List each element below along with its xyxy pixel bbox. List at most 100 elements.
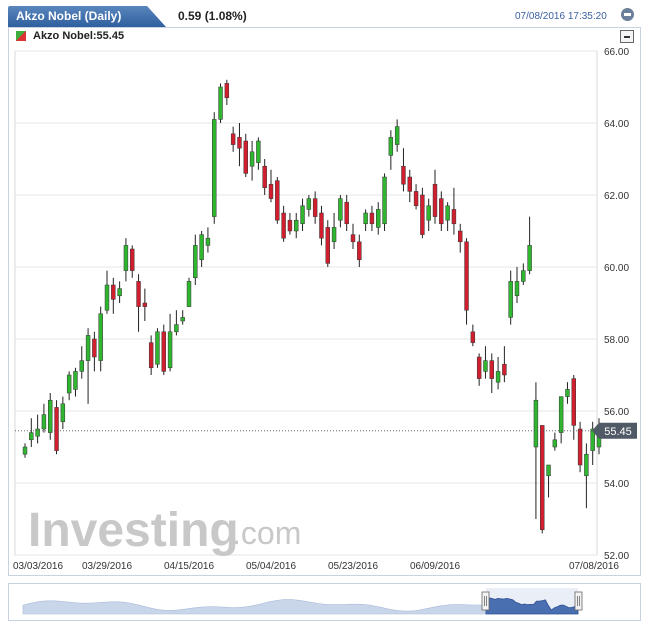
candle-down [571,378,576,426]
candle-down [136,281,141,307]
x-tick-label: 04/15/2016 [164,561,214,572]
candle-down [281,212,286,239]
candle-down [357,241,362,261]
x-tick-label: 05/04/2016 [246,561,296,572]
candle-down [230,133,236,145]
candle-up [445,205,450,221]
candle-up [388,137,394,156]
range-navigator[interactable] [8,583,641,621]
candle-up [180,317,185,322]
candle-down [161,331,166,372]
candle-up [376,209,381,228]
candle-up [41,414,47,430]
candle-up [508,281,513,318]
candle-up [394,126,400,145]
y-axis: 52.0054.0056.0058.0060.0062.0064.0066.00 [604,47,629,562]
candle-down [111,284,116,300]
candle-up [546,464,551,477]
x-tick-label: 03/03/2016 [13,561,63,572]
candle-up [584,453,589,477]
candle-up [521,270,526,282]
candle-up [495,371,501,383]
candle-down [237,137,242,149]
candle-down [350,234,356,243]
candle-up [483,360,488,372]
candle-up [565,389,570,397]
candle-down [439,198,444,225]
candle-up [363,212,368,225]
candle-down [54,407,59,451]
candle-up [60,403,66,423]
x-tick-label: 07/08/2016 [569,561,619,572]
candle-up [73,371,78,390]
candle-up [98,313,103,361]
candle-down [262,165,267,189]
candle-down [432,183,438,217]
candle-up [300,205,305,225]
candle-up [306,198,312,210]
candle-down [287,219,293,232]
last-price-label: 55.45 [604,426,632,438]
x-tick-label: 06/09/2016 [410,561,460,572]
candle-down [413,191,419,207]
x-axis: 03/03/2016 03/29/2016 04/15/2016 05/04/2016… [13,561,619,572]
candle-up [249,151,255,167]
candle-down [312,198,318,217]
navigator-handle [574,591,583,611]
candle-up [382,176,387,225]
candle-up [331,227,337,243]
candle-down [148,342,154,369]
candle-down [319,212,324,239]
y-tick-label: 56.00 [604,407,629,418]
candle-up [123,245,129,271]
candle-up [85,335,91,361]
candle-down [420,194,425,235]
watermark-suffix: .com [232,515,301,551]
candle-down [458,230,463,243]
candle-up [218,86,223,120]
candle-up [212,119,217,217]
candle-down [407,176,412,192]
candle-up [205,237,211,246]
candle-up [294,219,299,232]
candle-down [577,428,583,466]
candle-up [104,284,110,311]
candle-up [199,234,204,261]
x-tick-label: 05/23/2016 [328,561,378,572]
candle-down [470,331,476,343]
y-tick-label: 64.00 [604,119,629,130]
y-tick-label: 54.00 [604,479,629,490]
candle-down [130,248,135,271]
y-tick-label: 60.00 [604,263,629,274]
navigator-history [22,599,487,615]
candle-up [338,198,343,221]
candle-up [174,324,179,333]
candle-down [92,338,97,358]
candle-up [167,331,173,369]
x-tick-label: 03/29/2016 [82,561,132,572]
candle-down [344,201,349,225]
candle-up [22,446,28,455]
candle-up [155,331,160,365]
y-tick-label: 58.00 [604,335,629,346]
candle-down [142,302,148,307]
candle-down [268,183,274,199]
candle-up [186,281,192,307]
candle-up [29,432,34,441]
candle-up [79,360,84,372]
price-chart[interactable]: Investing.com 52.0054.0056.0058.0060.006… [0,0,650,627]
candle-down [476,356,482,379]
candle-up [533,399,539,448]
navigator-handle [481,591,490,611]
candle-up [552,439,558,448]
candle-up [426,205,431,221]
navigator-area [22,588,583,615]
candle-up [35,428,40,437]
candle-down [275,180,280,221]
y-tick-label: 66.00 [604,47,629,58]
candle-down [464,241,469,311]
navigator-svg[interactable] [9,584,640,620]
candle-down [540,425,545,531]
candle-up [117,288,122,297]
y-tick-label: 62.00 [604,191,629,202]
